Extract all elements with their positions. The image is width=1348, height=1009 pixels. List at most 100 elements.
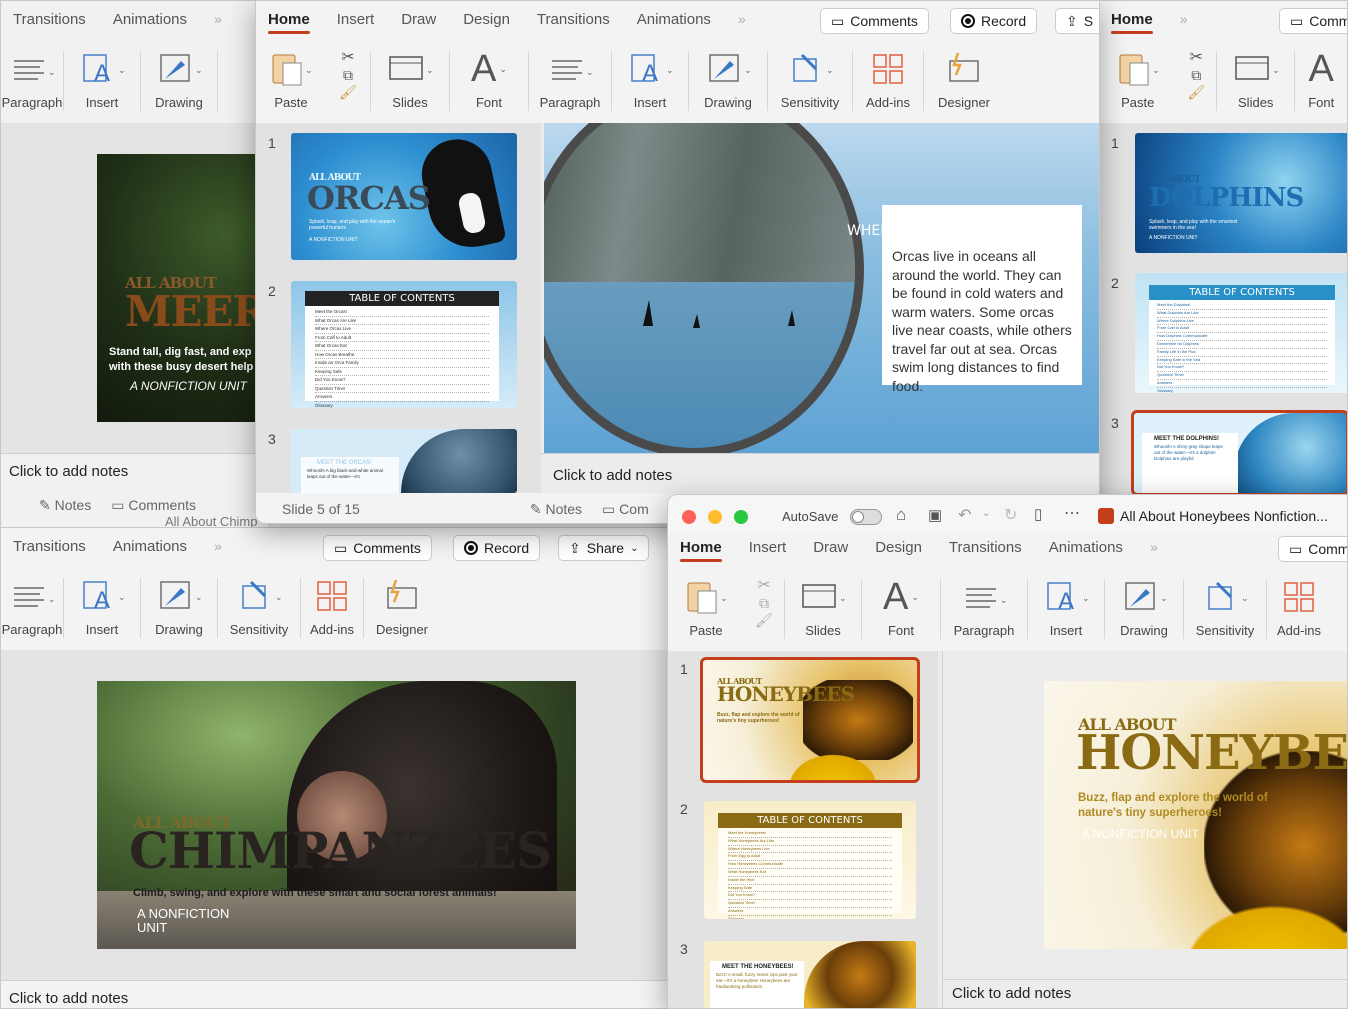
slide-chimpanzees[interactable]: ALL ABOUT CHIMPANZEES Climb, swing, and …	[97, 681, 576, 949]
copy-icon[interactable]: ⧉	[343, 67, 353, 84]
format-painter-icon[interactable]: 🖌	[1187, 84, 1205, 101]
ribbon-paste[interactable]: ⌄ Paste	[256, 39, 326, 123]
ribbon-insert[interactable]: A⌄ Insert	[64, 566, 140, 650]
notes-field[interactable]: Click to add notes	[9, 463, 128, 480]
thumb-orcas-3[interactable]: MEET THE ORCAS! Whoosh! A big black-and-…	[291, 429, 517, 493]
ribbon-drawing[interactable]: ⌄ Drawing	[141, 566, 217, 650]
ribbon-paragraph[interactable]: ⌄ Paragraph	[1, 566, 63, 650]
ribbon-drawing[interactable]: ⌄ Drawing	[1105, 567, 1183, 651]
ribbon-insert[interactable]: A⌄ Insert	[1028, 567, 1104, 651]
slide-meerkats[interactable]: ALL ABOUT MEERK Stand tall, dig fast, an…	[97, 154, 267, 422]
ribbon-slides[interactable]: ⌄ Slides	[785, 567, 861, 651]
cut-icon[interactable]: ✂	[341, 47, 354, 67]
ribbon-insert[interactable]: A⌄ Insert	[64, 39, 140, 123]
thumb-orcas-1[interactable]: ALL ABOUT ORCAS Splash, leap, and play w…	[291, 133, 517, 260]
thumb-honeybees-2[interactable]: TABLE OF CONTENTS Meet the Honeybees! Wha…	[704, 801, 916, 919]
tab-animations[interactable]: Animations	[113, 3, 187, 36]
tab-home[interactable]: Home	[268, 3, 310, 36]
tab-transitions[interactable]: Transitions	[13, 3, 86, 36]
cut-icon[interactable]: ✂	[1190, 47, 1203, 67]
ribbon-paragraph[interactable]: ⌄ Paragraph	[941, 567, 1027, 651]
more-tabs-icon[interactable]: »	[214, 538, 222, 554]
comments-button[interactable]: ▭ Comm	[1279, 8, 1347, 34]
close-button[interactable]	[682, 510, 696, 524]
thumb-dolphins-1[interactable]: ALL ABOUT DOLPHINS Splash, leap, and pla…	[1135, 133, 1347, 253]
thumb-honeybees-3[interactable]: MEET THE HONEYBEES! Bzzz! A small, fuzzy…	[704, 941, 916, 1008]
notes-toggle[interactable]: ✎ Notes	[530, 501, 582, 518]
copy-icon[interactable]: ⧉	[1191, 67, 1201, 84]
comments-button[interactable]: ▭ Comments	[323, 535, 432, 561]
format-painter-icon[interactable]: 🖌	[755, 612, 773, 629]
ribbon-paragraph[interactable]: ⌄ Paragraph	[529, 39, 611, 123]
notes-toggle[interactable]: ✎ Notes	[39, 497, 91, 514]
ribbon-paste[interactable]: ⌄ Paste	[668, 567, 744, 651]
chevron-down-icon[interactable]: ⌄	[982, 508, 990, 519]
comments-toggle[interactable]: ▭ Comments	[111, 497, 196, 514]
notes-field[interactable]: Click to add notes	[553, 467, 672, 484]
ribbon-slides[interactable]: ⌄ Slides	[371, 39, 449, 123]
copy-icon[interactable]: ⧉	[759, 595, 769, 612]
more-tabs-icon[interactable]: »	[1150, 539, 1158, 555]
tab-design[interactable]: Design	[463, 3, 510, 36]
notes-field[interactable]: Click to add notes	[952, 985, 1071, 1002]
ribbon-font[interactable]: A ⌄ Font	[450, 39, 528, 123]
tab-insert[interactable]: Insert	[749, 531, 787, 564]
ribbon-designer[interactable]: Designer	[364, 566, 440, 650]
redo-icon[interactable]: ↻	[1004, 505, 1017, 525]
tab-animations[interactable]: Animations	[113, 530, 187, 563]
comments-button[interactable]: ▭ Comments	[820, 8, 929, 34]
ribbon-paste[interactable]: ⌄ Paste	[1099, 39, 1176, 123]
maximize-button[interactable]	[734, 510, 748, 524]
cut-icon[interactable]: ✂	[757, 575, 770, 595]
ribbon-add-ins[interactable]: Add-ins	[301, 566, 363, 650]
comments-button[interactable]: ▭ Comm	[1278, 536, 1347, 562]
share-button[interactable]: ⇪ S	[1055, 8, 1099, 34]
tab-animations[interactable]: Animations	[637, 3, 711, 36]
undo-icon[interactable]: ↶	[958, 505, 971, 525]
more-tabs-icon[interactable]: »	[214, 11, 222, 27]
ribbon-drawing[interactable]: ⌄ Drawing	[141, 39, 217, 123]
autosave-toggle[interactable]	[850, 509, 882, 525]
ribbon-sensitivity[interactable]: ⌄ Sensitivity	[768, 39, 852, 123]
tab-design[interactable]: Design	[875, 531, 922, 564]
ribbon-sensitivity[interactable]: ⌄ Sensitivity	[218, 566, 300, 650]
tab-home[interactable]: Home	[680, 531, 722, 564]
more-tabs-icon[interactable]: »	[738, 11, 746, 27]
thumb-dolphins-3[interactable]: MEET THE DOLPHINS! Whoosh! A shiny gray …	[1131, 410, 1347, 494]
more-icon[interactable]: ⋯	[1064, 503, 1080, 523]
slide-honeybees-1[interactable]: ALL ABOUT HONEYBEES Buzz, flap and explo…	[1044, 681, 1347, 949]
tab-transitions[interactable]: Transitions	[13, 530, 86, 563]
record-button[interactable]: Record	[453, 535, 541, 561]
notes-field[interactable]: Click to add notes	[9, 990, 128, 1007]
ribbon-font[interactable]: A ⌄ Font	[862, 567, 940, 651]
slide-orcas-5[interactable]: WHERE ORCAS LIVE Orcas live in oceans al…	[544, 123, 1099, 453]
minimize-button[interactable]	[708, 510, 722, 524]
format-painter-icon[interactable]: 🖌	[339, 84, 357, 101]
record-button[interactable]: Record	[950, 8, 1038, 34]
tab-transitions[interactable]: Transitions	[949, 531, 1022, 564]
tab-animations[interactable]: Animations	[1049, 531, 1123, 564]
ribbon-font[interactable]: A Font	[1295, 39, 1347, 123]
ribbon-drawing[interactable]: ⌄ Drawing	[689, 39, 767, 123]
tab-draw[interactable]: Draw	[813, 531, 848, 564]
new-document-icon[interactable]: ▯	[1034, 505, 1042, 523]
ribbon-slides[interactable]: ⌄ Slides	[1217, 39, 1294, 123]
save-icon[interactable]: ▣	[928, 506, 942, 524]
tab-draw[interactable]: Draw	[401, 3, 436, 36]
thumb-honeybees-1[interactable]: ALL ABOUT HONEYBEES Buzz, flap and explo…	[700, 657, 920, 783]
comments-toggle[interactable]: ▭ Com	[602, 501, 649, 518]
share-button[interactable]: ⇪ Share ⌄	[558, 535, 650, 561]
ribbon-add-ins[interactable]: Add-ins	[1267, 567, 1331, 651]
ribbon-add-ins[interactable]: Add-ins	[853, 39, 923, 123]
ribbon-paragraph[interactable]: ⌄ Paragraph	[1, 39, 63, 123]
tab-insert[interactable]: Insert	[337, 3, 375, 36]
more-tabs-icon[interactable]: »	[1180, 11, 1188, 27]
thumb-orcas-2[interactable]: TABLE OF CONTENTS Meet the Orcas! What Or…	[291, 281, 517, 408]
tab-home[interactable]: Home	[1111, 3, 1153, 36]
tab-transitions[interactable]: Transitions	[537, 3, 610, 36]
home-icon[interactable]: ⌂	[896, 505, 906, 525]
ribbon-insert[interactable]: A⌄ Insert	[612, 39, 688, 123]
thumb-dolphins-2[interactable]: TABLE OF CONTENTS Meet the Dolphins! What…	[1135, 273, 1347, 393]
ribbon-sensitivity[interactable]: ⌄ Sensitivity	[1184, 567, 1266, 651]
ribbon-designer[interactable]: Designer	[924, 39, 1004, 123]
